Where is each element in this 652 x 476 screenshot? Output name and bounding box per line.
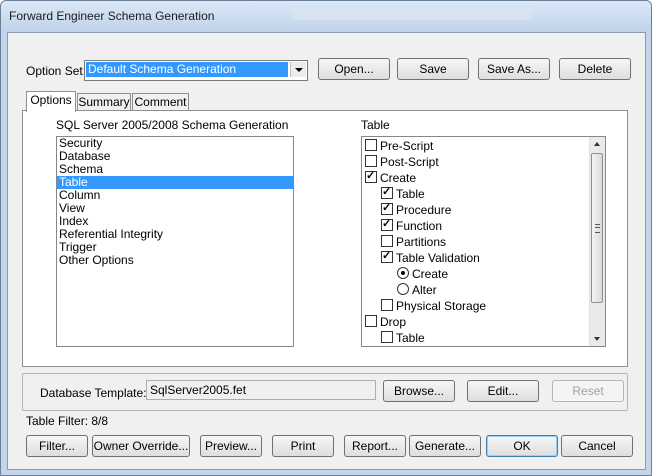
tree-row-label: Partitions: [396, 235, 447, 249]
radio-button[interactable]: [397, 283, 409, 295]
chevron-down-icon[interactable]: [290, 62, 306, 77]
checkbox[interactable]: [381, 331, 393, 343]
list-item[interactable]: View: [57, 202, 293, 215]
checkbox[interactable]: [381, 235, 393, 247]
table-filter-status: Table Filter: 8/8: [26, 414, 109, 428]
tree-checkbox-option[interactable]: Function: [381, 217, 443, 234]
vertical-scrollbar[interactable]: [589, 137, 605, 346]
database-template-label: Database Template:: [40, 386, 147, 400]
generate-button[interactable]: Generate...: [409, 435, 481, 457]
checkbox[interactable]: [381, 217, 393, 231]
checkbox[interactable]: [381, 299, 393, 311]
background-window-tab: [291, 6, 531, 20]
save-button[interactable]: Save: [397, 58, 469, 80]
window-title: Forward Engineer Schema Generation: [9, 9, 215, 23]
tree-checkbox-option[interactable]: Drop: [365, 314, 406, 330]
radio-button[interactable]: [397, 267, 409, 279]
options-tab-panel: SQL Server 2005/2008 Schema Generation S…: [22, 110, 628, 367]
scroll-down-icon[interactable]: [590, 331, 605, 346]
tree-row-label: Function: [396, 219, 443, 233]
tree-checkbox-option[interactable]: Physical Storage: [381, 298, 486, 314]
tree-checkbox-option[interactable]: Partitions: [381, 234, 446, 250]
tree-row-label: Create: [412, 267, 449, 281]
cancel-button[interactable]: Cancel: [561, 435, 633, 457]
tree-checkbox-option[interactable]: Table: [381, 330, 425, 346]
save-as-button[interactable]: Save As...: [478, 58, 550, 80]
tab-options[interactable]: Options: [26, 91, 76, 112]
tree-row-label: Physical Storage: [396, 299, 487, 313]
option-set-label: Option Set:: [26, 64, 87, 78]
tree-checkbox-option[interactable]: Table: [381, 185, 425, 202]
right-panel-heading: Table: [361, 118, 390, 132]
open-button[interactable]: Open...: [318, 58, 390, 80]
scrollbar-thumb[interactable]: [591, 153, 603, 303]
tree-checkbox-option[interactable]: Pre-Script: [365, 138, 433, 154]
dialog-client-area: Option Set: Default Schema Generation Op…: [7, 32, 646, 470]
ok-button[interactable]: OK: [486, 435, 558, 457]
checkbox[interactable]: [381, 201, 393, 215]
filter-button[interactable]: Filter...: [26, 435, 88, 457]
list-item[interactable]: Column: [57, 189, 293, 202]
list-item[interactable]: Other Options: [57, 254, 293, 267]
tree-row-label: Procedure: [396, 203, 452, 217]
tree-row-label: Drop: [380, 315, 407, 329]
checkbox[interactable]: [365, 315, 377, 327]
tree-row-label: Pre-Script: [380, 139, 434, 153]
checkbox[interactable]: [381, 249, 393, 263]
browse-button[interactable]: Browse...: [383, 380, 455, 402]
checkbox[interactable]: [381, 185, 393, 199]
title-bar[interactable]: Forward Engineer Schema Generation: [1, 1, 651, 31]
table-options-tree[interactable]: Pre-Script Post-Script Create Table Procedur…: [361, 136, 606, 347]
list-item[interactable]: Schema: [57, 163, 293, 176]
tree-checkbox-option[interactable]: Post-Script: [365, 154, 439, 170]
tree-radio-option[interactable]: Create: [397, 266, 448, 282]
tree-checkbox-option[interactable]: Procedure: [381, 201, 452, 218]
tree-row-label: Table: [396, 331, 425, 345]
dialog-window: Forward Engineer Schema Generation Optio…: [0, 0, 652, 476]
reset-button[interactable]: Reset: [552, 380, 624, 402]
edit-button[interactable]: Edit...: [467, 380, 539, 402]
scroll-up-icon[interactable]: [590, 137, 605, 152]
tab-summary[interactable]: Summary: [77, 93, 131, 111]
tree-checkbox-option[interactable]: Create: [365, 169, 417, 186]
tree-row-label: Table: [396, 187, 425, 201]
checkbox[interactable]: [365, 155, 377, 167]
tree-radio-option[interactable]: Alter: [397, 282, 437, 298]
tree-row-label: Create: [380, 171, 417, 185]
tree-checkbox-option[interactable]: Table Validation: [381, 249, 480, 266]
delete-button[interactable]: Delete: [559, 58, 631, 80]
checkbox[interactable]: [365, 139, 377, 151]
print-button[interactable]: Print: [272, 435, 334, 457]
option-set-dropdown[interactable]: Default Schema Generation: [84, 60, 308, 81]
tree-row-label: Table Validation: [396, 251, 480, 265]
option-set-value: Default Schema Generation: [86, 62, 288, 77]
preview-button[interactable]: Preview...: [200, 435, 262, 457]
report-button[interactable]: Report...: [344, 435, 406, 457]
owner-override-button[interactable]: Owner Override...: [92, 435, 190, 457]
tree-row-label: Post-Script: [380, 155, 439, 169]
tab-comment[interactable]: Comment: [132, 93, 189, 111]
schema-category-list[interactable]: Security Database Schema Table Column Vi…: [56, 136, 294, 347]
left-panel-heading: SQL Server 2005/2008 Schema Generation: [56, 118, 289, 132]
grip-icon: [595, 224, 600, 233]
checkbox[interactable]: [365, 169, 377, 183]
database-template-field[interactable]: SqlServer2005.fet: [146, 380, 376, 400]
tree-row-label: Alter: [412, 283, 437, 297]
